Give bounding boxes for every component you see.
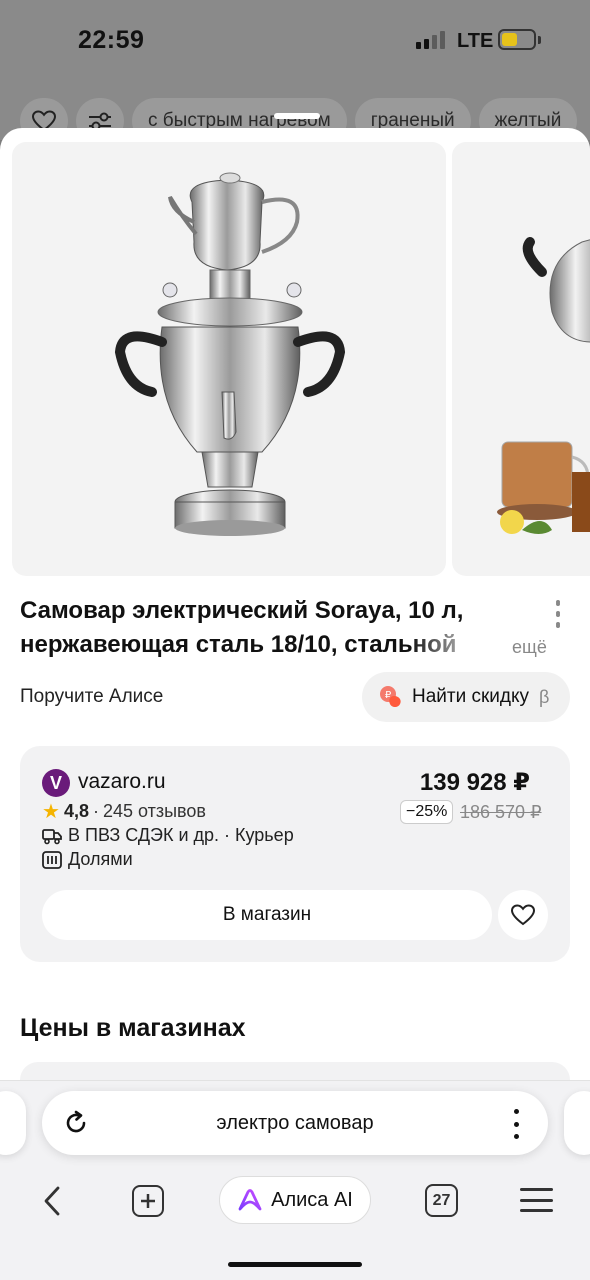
delivery-info: В ПВЗ СДЭК и др. · Курьер xyxy=(42,825,294,846)
status-bar: 22:59 LTE xyxy=(0,0,590,80)
battery-tip xyxy=(538,36,541,44)
product-photo-main[interactable] xyxy=(12,142,446,576)
payment-info: Долями xyxy=(42,849,133,870)
shop-logo: V xyxy=(42,769,70,797)
reload-icon[interactable] xyxy=(62,1109,90,1137)
next-offer-card xyxy=(20,1062,570,1080)
address-text[interactable]: электро самовар xyxy=(42,1112,548,1135)
beta-badge: β xyxy=(539,686,550,707)
title-fade xyxy=(410,628,510,662)
alice-ai-button[interactable]: Алиса AI xyxy=(219,1176,371,1224)
current-price: 139 928 ₽ xyxy=(419,769,530,796)
plus-icon xyxy=(141,1194,155,1208)
address-bar[interactable]: электро самовар xyxy=(42,1091,548,1155)
offer-card: V vazaro.ru ★ 4,8 · 245 отзывов В ПВЗ СД… xyxy=(20,746,570,962)
tabs-count-button[interactable]: 27 xyxy=(425,1184,458,1217)
go-to-shop-button[interactable]: В магазин xyxy=(42,890,492,940)
find-discount-button[interactable]: ₽ Найти скидку β xyxy=(362,672,570,722)
find-discount-label: Найти скидку xyxy=(412,686,530,707)
menu-icon[interactable] xyxy=(520,1188,553,1212)
battery-icon xyxy=(498,29,536,50)
delivery-truck-icon xyxy=(42,828,62,844)
alice-icon xyxy=(238,1189,262,1211)
product-options-icon[interactable] xyxy=(550,602,566,628)
payment-label: Долями xyxy=(68,849,133,869)
prices-section-title: Цены в магазинах xyxy=(20,1014,246,1042)
shop-name[interactable]: vazaro.ru xyxy=(78,770,166,794)
discount-coin-icon: ₽ xyxy=(380,686,401,707)
rating-separator: · xyxy=(92,801,99,821)
product-gallery[interactable] xyxy=(12,142,590,576)
status-time: 22:59 xyxy=(78,26,145,54)
samovar-tea-image xyxy=(497,237,590,534)
reviews-count: 245 отзывов xyxy=(102,801,206,821)
network-type: LTE xyxy=(457,30,494,52)
delivery-label: В ПВЗ СДЭК и др. · Курьер xyxy=(68,825,294,845)
page-menu-icon[interactable] xyxy=(512,1109,520,1139)
product-photo-second[interactable] xyxy=(452,142,590,576)
samovar-image xyxy=(114,172,346,536)
previous-page-pill[interactable] xyxy=(0,1091,26,1155)
alice-label: Алиса AI xyxy=(271,1188,353,1211)
next-page-pill[interactable] xyxy=(564,1091,590,1155)
add-to-favorites-button[interactable] xyxy=(498,890,548,940)
title-more-link[interactable]: ещё xyxy=(512,637,547,658)
old-price: 186 570 ₽ xyxy=(460,802,542,822)
signal-icon xyxy=(416,31,445,49)
sheet-grabber[interactable] xyxy=(274,113,320,119)
installments-icon xyxy=(42,850,62,869)
rating-value: 4,8 xyxy=(63,801,89,821)
ask-alice-label: Поручите Алисе xyxy=(20,686,164,707)
bottom-nav: Алиса AI 27 xyxy=(0,1172,590,1228)
home-indicator xyxy=(228,1262,362,1267)
discount-badge: −25% xyxy=(400,800,454,824)
new-tab-button[interactable] xyxy=(132,1185,164,1217)
star-icon: ★ xyxy=(42,801,60,823)
heart-icon xyxy=(511,904,535,926)
shop-rating[interactable]: ★ 4,8 · 245 отзывов xyxy=(42,799,206,824)
back-arrow-icon[interactable] xyxy=(38,1184,68,1218)
